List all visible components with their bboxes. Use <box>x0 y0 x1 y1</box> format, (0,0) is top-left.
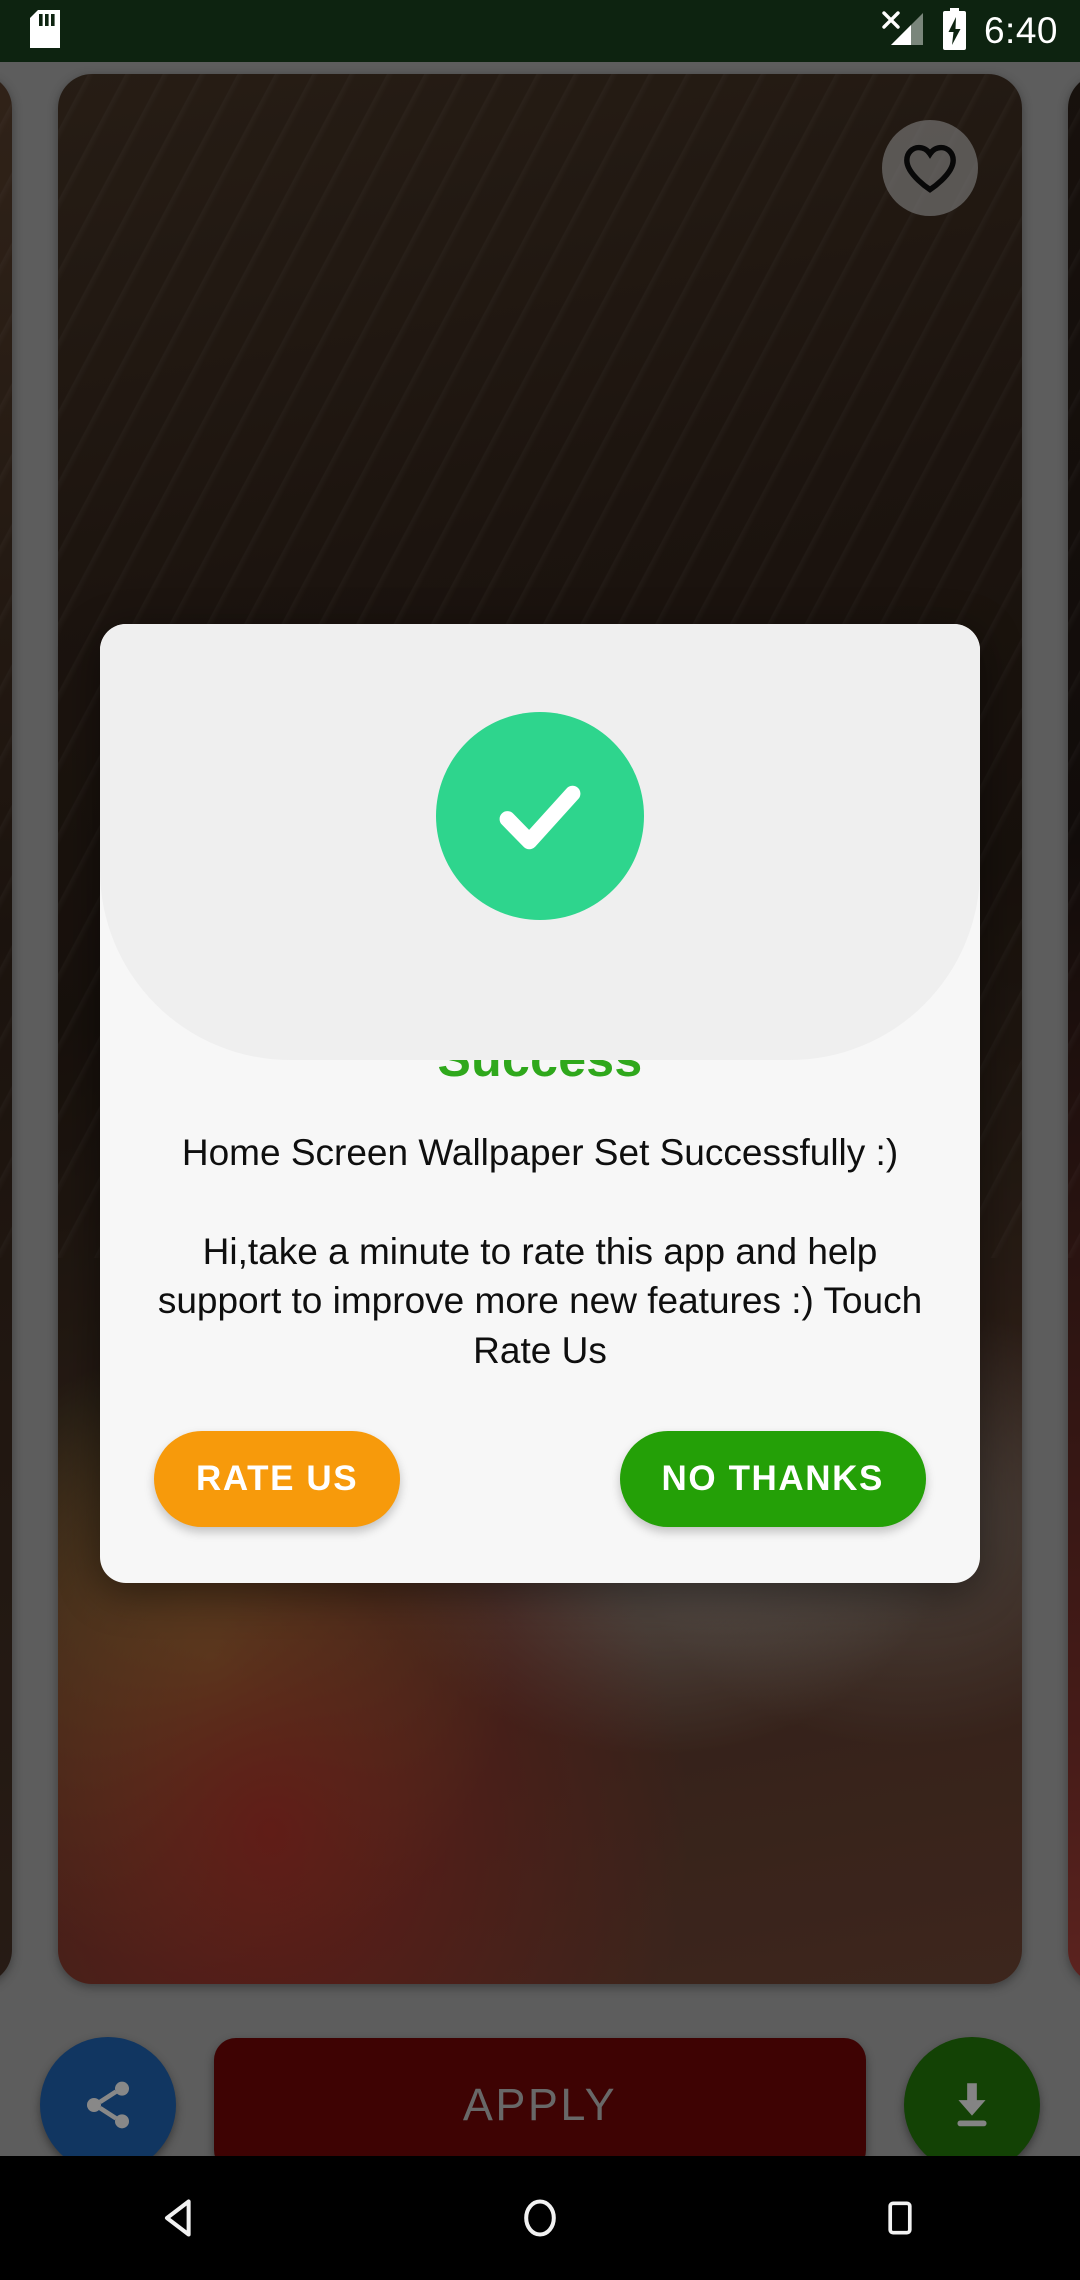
heart-icon <box>904 144 956 193</box>
navigation-bar <box>0 2156 1080 2280</box>
rate-us-button[interactable]: RATE US <box>154 1430 401 1527</box>
dialog-message: Home Screen Wallpaper Set Successfully :… <box>181 1132 899 1173</box>
wallpaper-card-next[interactable] <box>1068 74 1080 1984</box>
status-bar-left-icons <box>30 9 60 53</box>
favorite-button[interactable] <box>882 120 978 216</box>
success-dialog: Success Home Screen Wallpaper Set Succes… <box>100 624 980 1583</box>
share-button[interactable] <box>40 2037 176 2173</box>
battery-charging-icon <box>941 7 968 55</box>
dialog-actions: RATE US NO THANKS <box>132 1430 948 1527</box>
no-thanks-button[interactable]: NO THANKS <box>619 1430 926 1527</box>
apply-button[interactable]: APPLY <box>214 2038 866 2172</box>
home-button[interactable] <box>465 2156 615 2280</box>
sd-card-icon <box>30 9 60 53</box>
download-button[interactable] <box>904 2037 1040 2173</box>
status-bar: 6:40 <box>0 0 1080 62</box>
wallpaper-image-previous <box>0 74 12 1984</box>
dialog-submessage: Hi,take a minute to rate this app and he… <box>157 1231 923 1371</box>
status-bar-right-icons: 6:40 <box>881 7 1058 55</box>
signal-no-sim-icon <box>881 9 925 54</box>
recents-icon <box>888 2201 912 2235</box>
back-button[interactable] <box>105 2156 255 2280</box>
dialog-header <box>100 624 980 1060</box>
recents-button[interactable] <box>825 2156 975 2280</box>
wallpaper-detail-screen: APPLY Success Home Screen Wallpaper Set … <box>0 62 1080 2218</box>
download-icon <box>957 2083 987 2127</box>
home-icon <box>524 2199 556 2237</box>
back-icon <box>164 2199 191 2237</box>
dialog-body: Success Home Screen Wallpaper Set Succes… <box>100 1030 980 1583</box>
share-icon <box>87 2081 129 2129</box>
check-circle-icon <box>436 712 644 920</box>
status-bar-clock: 6:40 <box>983 10 1058 51</box>
wallpaper-card-previous[interactable] <box>0 74 12 1984</box>
wallpaper-image-next <box>1068 74 1080 1984</box>
apply-button-label: APPLY <box>462 2079 618 2130</box>
